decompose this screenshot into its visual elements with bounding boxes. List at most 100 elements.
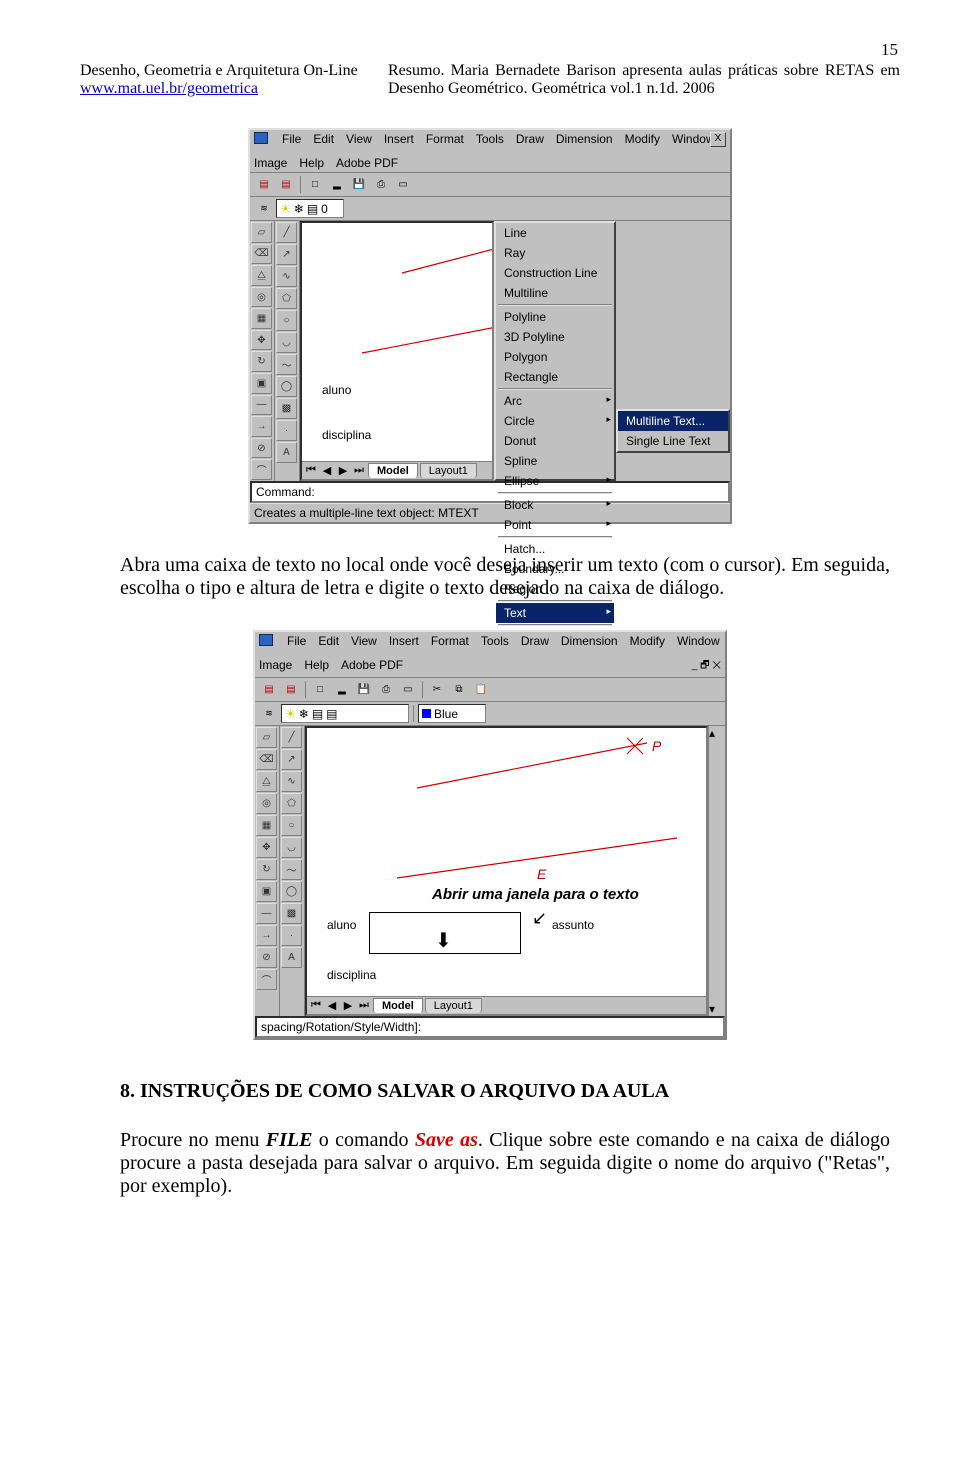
menu-view[interactable]: View bbox=[351, 634, 377, 648]
mi-region[interactable]: Region bbox=[496, 579, 614, 599]
menu-modify[interactable]: Modify bbox=[625, 132, 660, 146]
menu-help[interactable]: Help bbox=[299, 156, 324, 170]
mirror-icon[interactable]: ⧋ bbox=[251, 265, 272, 286]
scroll-down-icon[interactable]: ▾ bbox=[709, 1002, 723, 1016]
offset-icon[interactable]: ◎ bbox=[256, 793, 277, 814]
mi-ray[interactable]: Ray bbox=[496, 243, 614, 263]
command-line[interactable]: spacing/Rotation/Style/Width]: bbox=[255, 1016, 725, 1038]
tab-model[interactable]: Model bbox=[373, 998, 423, 1013]
print-btn[interactable]: ⎙ bbox=[376, 680, 396, 699]
menu-insert[interactable]: Insert bbox=[389, 634, 419, 648]
pdf-btn[interactable]: ▤ bbox=[254, 175, 274, 194]
fillet-icon[interactable]: ⌒ bbox=[256, 969, 277, 990]
spline-icon[interactable]: ～ bbox=[276, 354, 297, 375]
circle-icon[interactable]: ○ bbox=[281, 815, 302, 836]
scale-icon[interactable]: ▣ bbox=[256, 881, 277, 902]
menu-window[interactable]: Window bbox=[677, 634, 720, 648]
save-btn[interactable]: 💾 bbox=[349, 175, 369, 194]
menu-file[interactable]: File bbox=[287, 634, 306, 648]
mirror-icon[interactable]: ⧋ bbox=[256, 771, 277, 792]
command-line[interactable]: Command: bbox=[250, 481, 730, 503]
mi-boundary[interactable]: Boundary... bbox=[496, 559, 614, 579]
menu-edit[interactable]: Edit bbox=[313, 132, 334, 146]
mi-construction-line[interactable]: Construction Line bbox=[496, 263, 614, 283]
ray-icon[interactable]: ↗ bbox=[276, 244, 297, 265]
polyline-icon[interactable]: ∿ bbox=[281, 771, 302, 792]
polygon-icon[interactable]: ⬠ bbox=[281, 793, 302, 814]
drawing-canvas[interactable]: P E Abrir uma janela para o texto aluno … bbox=[305, 726, 708, 1016]
scroll-up-icon[interactable]: ▴ bbox=[709, 726, 723, 740]
move-icon[interactable]: ✥ bbox=[256, 837, 277, 858]
tab-prev-icon[interactable]: ◀ bbox=[325, 999, 339, 1012]
move-icon[interactable]: ✥ bbox=[251, 330, 272, 351]
menu-draw[interactable]: Draw bbox=[521, 634, 549, 648]
menu-edit[interactable]: Edit bbox=[318, 634, 339, 648]
scale-icon[interactable]: ▣ bbox=[251, 373, 272, 394]
mi-ellipse[interactable]: Ellipse bbox=[496, 471, 614, 491]
menu-help[interactable]: Help bbox=[304, 658, 329, 675]
menu-tools[interactable]: Tools bbox=[481, 634, 509, 648]
new-btn[interactable]: □ bbox=[305, 175, 325, 194]
point-icon[interactable]: · bbox=[276, 420, 297, 441]
tab-next-icon[interactable]: ▶ bbox=[336, 464, 350, 477]
tab-layout1[interactable]: Layout1 bbox=[420, 463, 477, 478]
spline-icon[interactable]: ～ bbox=[281, 859, 302, 880]
layers-btn[interactable]: ≋ bbox=[259, 704, 279, 723]
ray-icon[interactable]: ↗ bbox=[281, 749, 302, 770]
trim-icon[interactable]: — bbox=[251, 395, 272, 416]
mi-donut[interactable]: Donut bbox=[496, 431, 614, 451]
menu-adobepdf[interactable]: Adobe PDF bbox=[341, 658, 403, 675]
text-icon[interactable]: A bbox=[276, 442, 297, 463]
tab-first-icon[interactable]: ⏮ bbox=[304, 464, 318, 477]
rotate-icon[interactable]: ↻ bbox=[251, 351, 272, 372]
erase-icon[interactable]: ⌫ bbox=[256, 749, 277, 770]
menu-format[interactable]: Format bbox=[431, 634, 469, 648]
pdf2-btn[interactable]: ▤ bbox=[281, 680, 301, 699]
mi-polyline[interactable]: Polyline bbox=[496, 307, 614, 327]
break-icon[interactable]: ⊘ bbox=[251, 438, 272, 459]
menu-draw[interactable]: Draw bbox=[516, 132, 544, 146]
dup-icon[interactable]: ▱ bbox=[256, 727, 277, 748]
line-icon[interactable]: ╱ bbox=[281, 727, 302, 748]
arc-icon[interactable]: ◡ bbox=[276, 332, 297, 353]
ellipse-icon[interactable]: ◯ bbox=[281, 881, 302, 902]
menu-tools[interactable]: Tools bbox=[476, 132, 504, 146]
tab-model[interactable]: Model bbox=[368, 463, 418, 478]
open-btn[interactable]: ▂ bbox=[332, 680, 352, 699]
polygon-icon[interactable]: ⬠ bbox=[276, 288, 297, 309]
preview-btn[interactable]: ▭ bbox=[398, 680, 418, 699]
layers-btn[interactable]: ≋ bbox=[254, 199, 274, 218]
mi-arc[interactable]: Arc bbox=[496, 391, 614, 411]
polyline-icon[interactable]: ∿ bbox=[276, 266, 297, 287]
menu-view[interactable]: View bbox=[346, 132, 372, 146]
print-btn[interactable]: ⎙ bbox=[371, 175, 391, 194]
ellipse-icon[interactable]: ◯ bbox=[276, 376, 297, 397]
pdf-btn[interactable]: ▤ bbox=[259, 680, 279, 699]
arc-icon[interactable]: ◡ bbox=[281, 837, 302, 858]
close-icon[interactable]: X bbox=[710, 132, 726, 147]
text-icon[interactable]: A bbox=[281, 947, 302, 968]
cut-btn[interactable]: ✂ bbox=[427, 680, 447, 699]
menu-dimension[interactable]: Dimension bbox=[556, 132, 613, 146]
preview-btn[interactable]: ▭ bbox=[393, 175, 413, 194]
menu-modify[interactable]: Modify bbox=[630, 634, 665, 648]
mi-3dpolyline[interactable]: 3D Polyline bbox=[496, 327, 614, 347]
mi-multiline-text[interactable]: Multiline Text... bbox=[618, 411, 728, 431]
extend-icon[interactable]: → bbox=[251, 416, 272, 437]
drawing-canvas[interactable]: E aluno disciplina ⏮ ◀ ▶ ⏭ Model Layout1 bbox=[300, 221, 494, 481]
point-icon[interactable]: · bbox=[281, 925, 302, 946]
new-btn[interactable]: □ bbox=[310, 680, 330, 699]
copy-btn[interactable]: ⧉ bbox=[449, 680, 469, 699]
tab-prev-icon[interactable]: ◀ bbox=[320, 464, 334, 477]
menu-dimension[interactable]: Dimension bbox=[561, 634, 618, 648]
mi-hatch[interactable]: Hatch... bbox=[496, 539, 614, 559]
mi-singleline-text[interactable]: Single Line Text bbox=[618, 431, 728, 451]
menu-image[interactable]: Image bbox=[254, 156, 287, 170]
menu-file[interactable]: File bbox=[282, 132, 301, 146]
tab-last-icon[interactable]: ⏭ bbox=[357, 999, 371, 1012]
dup-icon[interactable]: ▱ bbox=[251, 222, 272, 243]
pdf2-btn[interactable]: ▤ bbox=[276, 175, 296, 194]
offset-icon[interactable]: ◎ bbox=[251, 287, 272, 308]
mi-point[interactable]: Point bbox=[496, 515, 614, 535]
tab-next-icon[interactable]: ▶ bbox=[341, 999, 355, 1012]
